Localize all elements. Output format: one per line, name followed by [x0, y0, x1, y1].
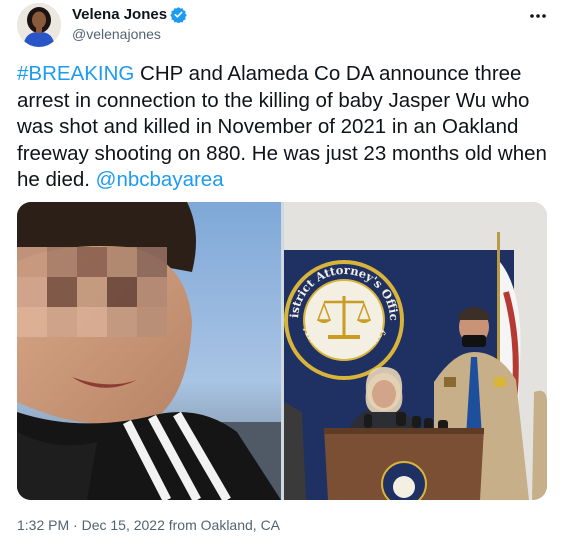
media-photo-left[interactable] [17, 202, 281, 500]
tweet-text: #BREAKING CHP and Alameda Co DA announce… [17, 61, 552, 194]
verified-badge-icon [170, 6, 187, 23]
media-grid: District Attorney's Office Alameda Count… [17, 202, 547, 500]
mention-link[interactable]: @nbcbayarea [96, 168, 224, 191]
media-photo-right[interactable]: District Attorney's Office Alameda Count… [284, 202, 547, 500]
tweet: Velena Jones @velenajones #BREAKING CHP … [0, 0, 562, 545]
author-block: Velena Jones @velenajones [72, 4, 187, 42]
more-options-icon[interactable] [528, 6, 548, 26]
tweet-timestamp[interactable]: 1:32 PM · Dec 15, 2022 from Oakland, CA [17, 517, 280, 533]
hashtag-link[interactable]: #BREAKING [17, 62, 134, 85]
avatar[interactable] [17, 3, 61, 47]
avatar-image [17, 3, 61, 47]
handle[interactable]: @velenajones [72, 26, 187, 42]
display-name[interactable]: Velena Jones [72, 6, 167, 23]
